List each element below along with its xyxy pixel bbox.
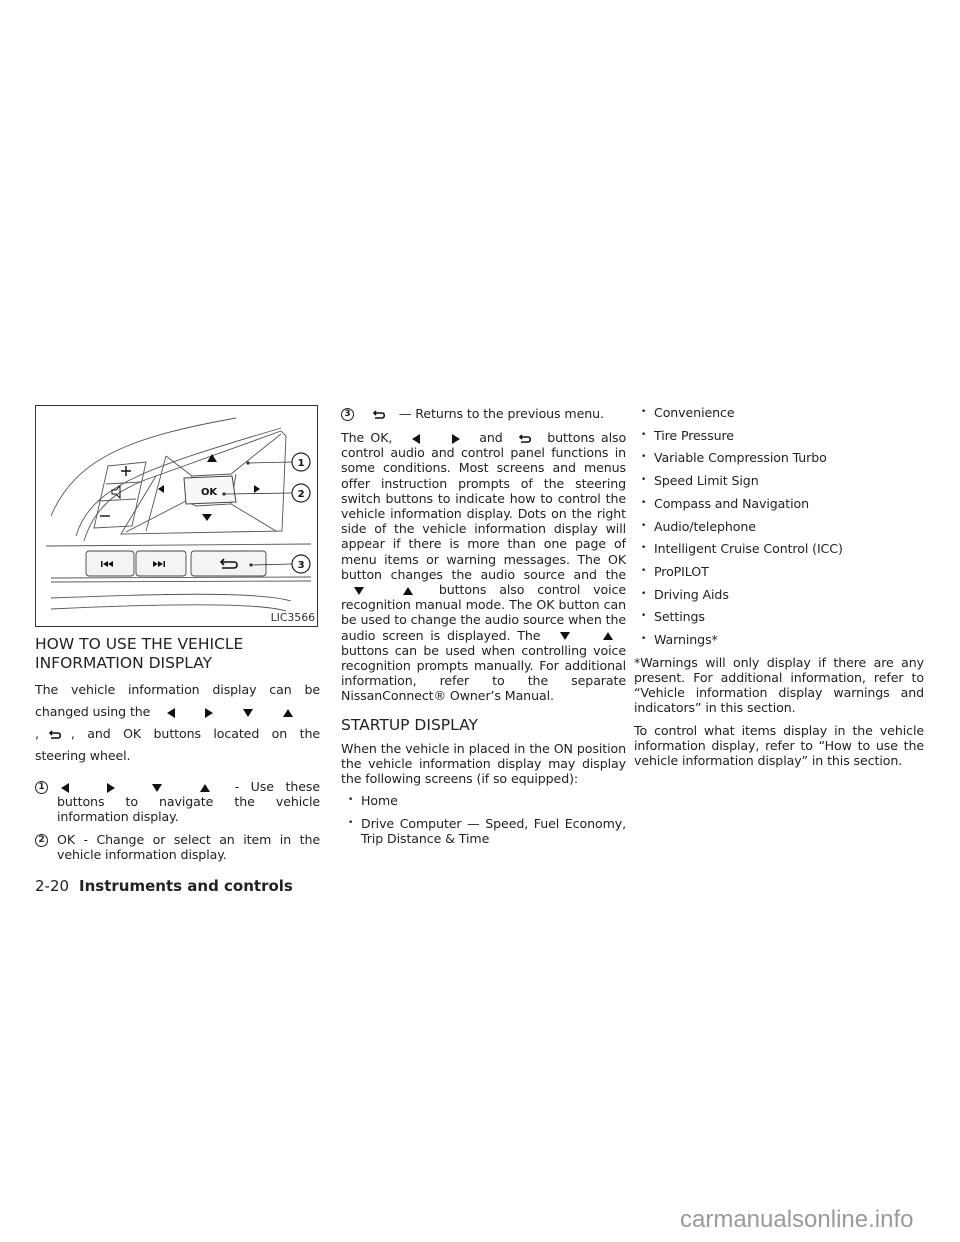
back-icon — [48, 729, 61, 739]
page-footer: 2-20 Instruments and controls — [35, 877, 293, 895]
right-arrow-icon — [106, 782, 115, 793]
up-arrow-icon — [282, 708, 293, 717]
right-arrow-icon — [451, 433, 460, 444]
section-heading-startup-display: STARTUP DISPLAY — [341, 715, 478, 734]
column-right: Convenience Tire Pressure Variable Compr… — [634, 405, 924, 775]
steering-switch-figure: OK 1 2 3 LIC3566 — [35, 405, 318, 627]
up-arrow-icon — [199, 783, 210, 792]
number-badge: 2 — [35, 833, 48, 847]
figure-id-label: LIC3566 — [270, 610, 315, 624]
steering-switch-illustration: OK 1 2 3 — [45, 417, 312, 612]
back-icon — [373, 409, 385, 419]
down-arrow-icon — [560, 632, 571, 641]
warnings-note: *Warnings will only display if there are… — [634, 654, 924, 716]
list-item: ProPILOT — [634, 564, 924, 579]
left-arrow-icon — [158, 485, 164, 493]
list-item: Compass and Navigation — [634, 496, 924, 511]
callout-1: 1 — [298, 458, 305, 469]
startup-intro: When the vehicle in placed in the ON pos… — [341, 740, 626, 787]
number-badge: 1 — [35, 781, 48, 794]
item-text: OK - Change or select an item in the veh… — [57, 831, 320, 862]
list-item-back: 3 — Returns to the previous menu. — [341, 405, 626, 423]
up-arrow-icon — [602, 632, 613, 641]
list-item-ok: 2 OK - Change or select an item in the v… — [35, 832, 320, 862]
list-item: Intelligent Cruise Control (ICC) — [634, 541, 924, 556]
callout-2: 2 — [298, 489, 305, 500]
chapter-title: Instruments and controls — [79, 877, 293, 895]
startup-screen-list-part1: Home Drive Computer — Speed, Fuel Econom… — [341, 793, 626, 846]
controls-paragraph: The OK, and buttons also control audio a… — [341, 430, 627, 704]
watermark-link[interactable]: carmanualsonline.info — [680, 1206, 913, 1234]
volume-up-icon — [121, 466, 131, 476]
column-left: OK 1 2 3 LIC3566 HOW TO USE THE VEHICLE … — [35, 405, 320, 869]
list-item: Speed Limit Sign — [634, 473, 924, 488]
up-arrow-icon — [402, 586, 413, 595]
left-arrow-icon — [167, 707, 176, 718]
right-arrow-icon — [254, 485, 260, 493]
item-text: - Use these buttons to navigate the vehi… — [57, 779, 320, 825]
list-item: Convenience — [634, 405, 924, 420]
list-item: Warnings* — [634, 632, 924, 647]
list-item: Audio/telephone — [634, 519, 924, 534]
list-item: Driving Aids — [634, 587, 924, 602]
closing-paragraph: To control what items display in the veh… — [634, 722, 924, 768]
down-arrow-icon — [202, 514, 212, 521]
list-item: Home — [341, 793, 626, 808]
list-item: Variable Compression Turbo — [634, 450, 924, 465]
item-text: — Returns to the previous menu. — [398, 406, 604, 421]
number-badge: 3 — [341, 408, 354, 421]
right-arrow-icon — [205, 707, 214, 718]
list-item: Settings — [634, 609, 924, 624]
intro-paragraph: The vehicle information display can be c… — [35, 682, 320, 763]
page-number: 2-20 — [35, 877, 70, 895]
section-heading-how-to-use: HOW TO USE THE VEHICLE INFORMATION DISPL… — [35, 635, 320, 673]
back-icon — [518, 433, 531, 443]
list-item-navigate: 1 - Use these buttons to navigate the ve… — [35, 779, 320, 825]
heading-line-2: INFORMATION DISPLAY — [35, 654, 213, 672]
callout-3: 3 — [298, 560, 305, 571]
up-arrow-icon — [207, 454, 217, 462]
list-item: Drive Computer — Speed, Fuel Economy, Tr… — [341, 816, 626, 846]
startup-screen-list-part2: Convenience Tire Pressure Variable Compr… — [634, 405, 924, 647]
column-middle: 3 — Returns to the previous menu. The OK… — [341, 405, 626, 854]
ok-button-label: OK — [201, 487, 218, 498]
down-arrow-icon — [152, 783, 163, 792]
left-arrow-icon — [411, 433, 420, 444]
left-arrow-icon — [61, 782, 69, 793]
heading-line-1: HOW TO USE THE VEHICLE — [35, 635, 244, 653]
down-arrow-icon — [243, 708, 254, 717]
down-arrow-icon — [354, 586, 364, 595]
list-item: Tire Pressure — [634, 428, 924, 443]
